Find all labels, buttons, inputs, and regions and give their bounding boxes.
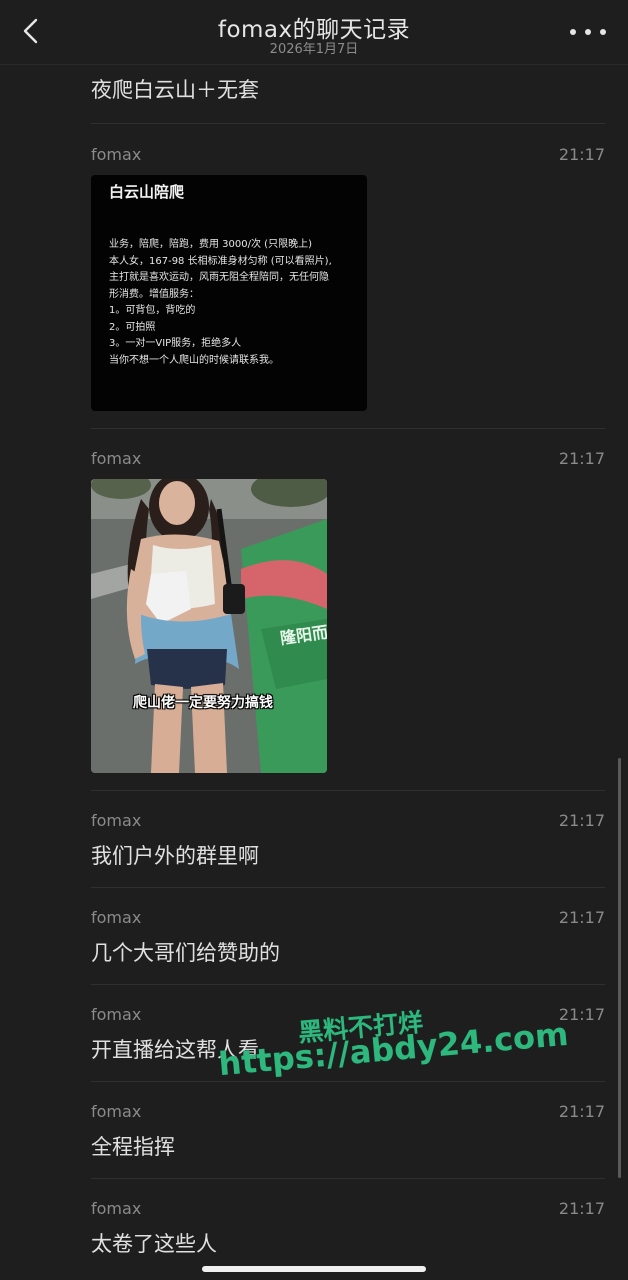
message-time: 21:17 [558,811,605,830]
message-time: 21:17 [558,1102,605,1121]
card-line: 形消费。增值服务： [109,288,199,300]
card-line: 2。可拍照 [109,321,156,333]
divider [91,984,605,985]
sender-name: fomax [91,1199,142,1218]
home-indicator[interactable] [202,1266,426,1272]
message-item[interactable]: fomax 21:17 我们户外的群里啊 [91,811,605,871]
sender-name: fomax [91,145,142,164]
chat-history-screen: fomax的聊天记录 2026年1月7日 夜爬白云山＋无套 fomax 21:1… [0,0,628,1280]
more-button[interactable] [570,22,606,42]
message-item[interactable]: fomax 21:17 白云山陪爬 业务，陪爬，陪跑，费用 3000/次 (只限… [91,145,605,415]
card-line: 当你不想一个人爬山的时候请联系我。 [109,354,279,366]
card-body: 业务，陪爬，陪跑，费用 3000/次 (只限晚上) 本人女，167-98 长相标… [109,237,359,369]
card-line: 主打就是喜欢运动，风雨无阻全程陪同，无任何隐 [109,272,329,283]
sender-name: fomax [91,908,142,927]
chat-date: 2026年1月7日 [269,42,359,57]
message-time: 21:17 [558,908,605,927]
message-item[interactable]: fomax 21:17 太卷了这些人 [91,1199,605,1259]
divider [91,1178,605,1179]
divider [91,790,605,791]
message-time: 21:17 [558,145,605,164]
card-line: 本人女，167-98 长相标准身材匀称 (可以看照片), [109,255,332,267]
divider [91,123,605,124]
message-item[interactable]: 夜爬白云山＋无套 [91,74,605,114]
divider [91,887,605,888]
message-text: 全程指挥 [91,1135,175,1159]
sender-name: fomax [91,1005,142,1024]
sender-name: fomax [91,1102,142,1121]
message-item[interactable]: fomax 21:17 几个大哥们给赞助的 [91,908,605,968]
sender-name: fomax [91,449,142,468]
photo-message[interactable]: 隆阳而 爬山佬一定要努力搞钱 [91,479,327,773]
message-text: 我们户外的群里啊 [91,844,259,868]
message-text: 几个大哥们给赞助的 [91,941,280,965]
more-dot [600,29,606,35]
photo-image: 隆阳而 [91,479,327,773]
message-text: 太卷了这些人 [91,1232,217,1256]
scrollbar[interactable] [618,758,621,1178]
message-list[interactable]: 夜爬白云山＋无套 fomax 21:17 白云山陪爬 业务，陪爬，陪跑，费用 3… [0,64,628,1280]
image-message[interactable]: 白云山陪爬 业务，陪爬，陪跑，费用 3000/次 (只限晚上) 本人女，167-… [91,175,367,411]
divider [91,1081,605,1082]
sender-name: fomax [91,811,142,830]
more-dots-icon [570,29,576,35]
message-time: 21:17 [558,449,605,468]
card-line: 3。一对一VIP服务，拒绝多人 [109,338,242,349]
card-title: 白云山陪爬 [109,183,185,201]
message-time: 21:17 [558,1199,605,1218]
message-item[interactable]: fomax 21:17 隆阳而 爬山佬一定要努力搞钱 [91,449,605,779]
card-line: 1。可背包，背吃的 [109,305,196,316]
message-text: 夜爬白云山＋无套 [91,78,259,102]
card-line: 业务，陪爬，陪跑，费用 3000/次 (只限晚上) [109,239,312,250]
nav-bar: fomax的聊天记录 2026年1月7日 [0,0,628,65]
message-item[interactable]: fomax 21:17 全程指挥 [91,1102,605,1162]
more-dot [585,29,591,35]
photo-caption: 爬山佬一定要努力搞钱 [133,695,273,711]
divider [91,428,605,429]
